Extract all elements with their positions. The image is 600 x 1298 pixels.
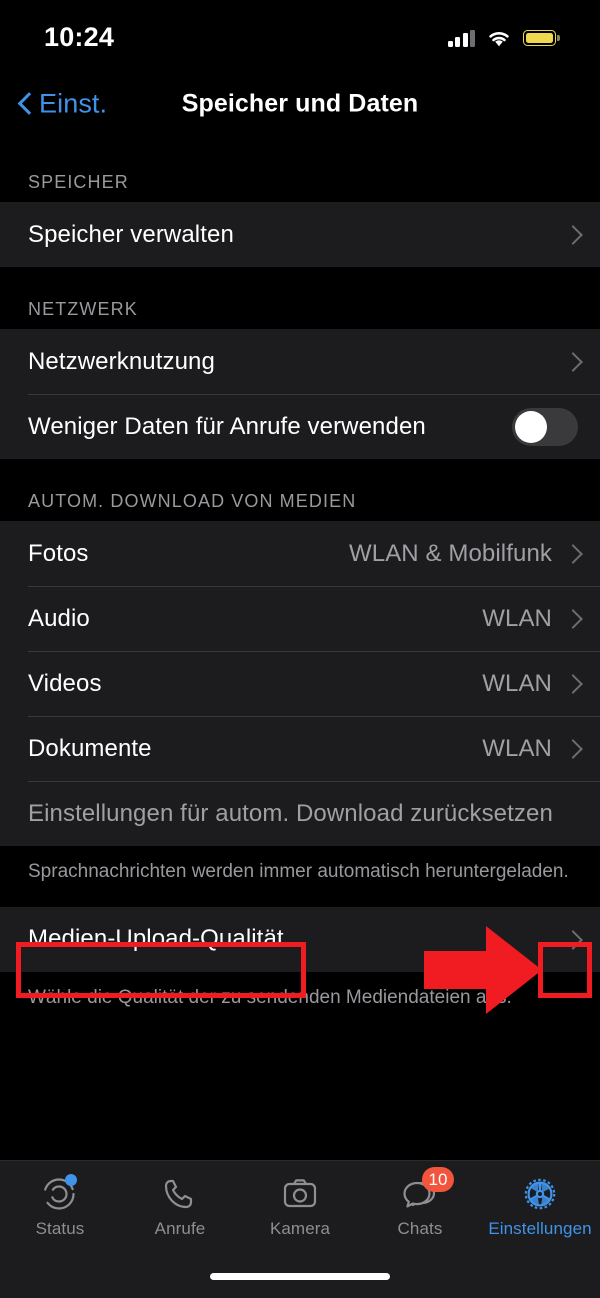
row-label: Fotos <box>28 539 89 567</box>
wifi-icon <box>489 31 509 46</box>
chevron-right-icon <box>566 224 578 245</box>
row-value: WLAN <box>482 669 552 697</box>
tab-bar: Status Anrufe Kamera 10 Chats Einstellun… <box>0 1160 600 1298</box>
section-header-netzwerk: NETZWERK <box>0 267 600 329</box>
tab-kamera[interactable]: Kamera <box>240 1161 360 1257</box>
row-label: Einstellungen für autom. Download zurück… <box>28 799 553 827</box>
chevron-right-icon <box>566 673 578 694</box>
row-label: Medien-Upload-Qualität <box>28 925 284 953</box>
phone-icon <box>158 1174 202 1214</box>
status-bar: 10:24 <box>0 0 600 68</box>
row-value: WLAN & Mobilfunk <box>349 539 552 567</box>
status-bar-icons <box>447 29 560 48</box>
section-footer-medien-upload: Wähle die Qualität der zu sendenden Medi… <box>0 971 600 1033</box>
chevron-right-icon <box>566 351 578 372</box>
section-group-medien-upload: Medien-Upload-Qualität <box>0 906 600 972</box>
navigation-bar: Einst. Speicher und Daten <box>0 68 600 140</box>
row-value: WLAN <box>482 604 552 632</box>
row-label: Speicher verwalten <box>28 220 234 248</box>
row-label: Videos <box>28 669 102 697</box>
page-title: Speicher und Daten <box>181 89 419 118</box>
row-label: Audio <box>28 604 90 632</box>
camera-icon <box>278 1174 322 1214</box>
row-label: Dokumente <box>28 734 152 762</box>
row-label: Netzwerknutzung <box>28 347 215 375</box>
row-medien-upload-qualitaet[interactable]: Medien-Upload-Qualität <box>0 907 600 972</box>
tab-label: Einstellungen <box>488 1219 592 1238</box>
chevron-right-icon <box>566 543 578 564</box>
tab-label: Anrufe <box>154 1219 206 1238</box>
row-dokumente[interactable]: Dokumente WLAN <box>0 716 600 781</box>
cellular-signal-icon <box>447 29 475 47</box>
gear-icon <box>518 1174 562 1214</box>
battery-low-power-icon <box>523 30 560 46</box>
row-weniger-daten-fuer-anrufe[interactable]: Weniger Daten für Anrufe verwenden <box>0 394 600 459</box>
row-value: WLAN <box>482 734 552 762</box>
section-header-autom-download: AUTOM. DOWNLOAD VON MEDIEN <box>0 459 600 521</box>
chat-bubbles-icon: 10 <box>398 1167 454 1214</box>
tab-label: Kamera <box>269 1219 331 1238</box>
chevron-right-icon <box>566 929 578 950</box>
tab-status[interactable]: Status <box>0 1161 120 1257</box>
section-group-speicher: Speicher verwalten <box>0 202 600 267</box>
row-audio[interactable]: Audio WLAN <box>0 586 600 651</box>
phone-screen: 10:24 Einst. Speicher und Daten SPEICHER <box>0 0 600 1298</box>
home-indicator <box>210 1273 390 1280</box>
row-netzwerknutzung[interactable]: Netzwerknutzung <box>0 329 600 394</box>
row-fotos[interactable]: Fotos WLAN & Mobilfunk <box>0 521 600 586</box>
chats-unread-badge: 10 <box>422 1167 454 1192</box>
row-reset-autom-download[interactable]: Einstellungen für autom. Download zurück… <box>0 781 600 846</box>
section-group-netzwerk: Netzwerknutzung Weniger Daten für Anrufe… <box>0 329 600 459</box>
section-footer-autom-download: Sprachnachrichten werden immer automatis… <box>0 846 600 907</box>
tab-anrufe[interactable]: Anrufe <box>120 1161 240 1257</box>
row-videos[interactable]: Videos WLAN <box>0 651 600 716</box>
chevron-right-icon <box>566 608 578 629</box>
chevron-right-icon <box>566 738 578 759</box>
status-bar-time: 10:24 <box>44 21 115 52</box>
status-rings-icon <box>38 1174 82 1214</box>
section-header-speicher: SPEICHER <box>0 140 600 202</box>
section-group-autom-download: Fotos WLAN & Mobilfunk Audio WLAN Videos… <box>0 521 600 846</box>
row-label: Weniger Daten für Anrufe verwenden <box>28 412 426 440</box>
tab-label: Status <box>35 1219 85 1238</box>
row-speicher-verwalten[interactable]: Speicher verwalten <box>0 202 600 267</box>
tab-label: Chats <box>397 1219 443 1238</box>
weniger-daten-toggle[interactable] <box>512 407 578 446</box>
settings-list[interactable]: SPEICHER Speicher verwalten NETZWERK Net… <box>0 140 600 1160</box>
status-unread-dot <box>65 1174 77 1186</box>
tab-einstellungen[interactable]: Einstellungen <box>480 1161 600 1257</box>
tab-chats[interactable]: 10 Chats <box>360 1161 480 1257</box>
